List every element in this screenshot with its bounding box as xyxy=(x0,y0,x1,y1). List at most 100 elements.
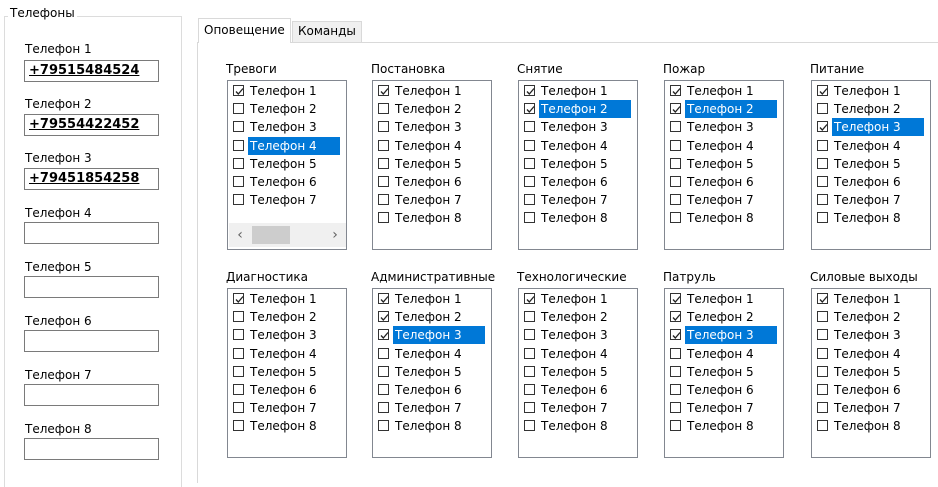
checklist-item[interactable]: Телефон 5 xyxy=(230,155,340,173)
checkbox[interactable] xyxy=(233,311,244,323)
checklist-item[interactable]: Телефон 3 xyxy=(667,118,777,136)
checkbox[interactable] xyxy=(233,157,244,169)
checkbox[interactable] xyxy=(670,212,681,224)
checkbox[interactable] xyxy=(524,103,535,115)
checkbox[interactable] xyxy=(670,103,681,115)
checkbox[interactable] xyxy=(378,194,389,206)
checkbox[interactable] xyxy=(817,293,828,304)
phone-field-7[interactable] xyxy=(24,384,159,406)
checkbox[interactable] xyxy=(378,139,389,151)
checklist-item[interactable]: Телефон 2 xyxy=(230,100,340,118)
checkbox[interactable] xyxy=(817,402,828,414)
checkbox[interactable] xyxy=(670,176,681,187)
checklist-item[interactable]: Телефон 3 xyxy=(230,118,340,136)
phone-field-6[interactable] xyxy=(24,330,159,352)
phone-field-3[interactable]: +79451854258 xyxy=(24,168,159,190)
checklist-item[interactable]: Телефон 2 xyxy=(230,308,340,326)
scroll-left-icon[interactable]: ‹ xyxy=(229,223,251,247)
checkbox[interactable] xyxy=(524,293,535,304)
checkbox[interactable] xyxy=(670,293,681,304)
checkbox[interactable] xyxy=(233,347,244,359)
checklist-item[interactable]: Телефон 2 xyxy=(375,308,485,326)
checkbox[interactable] xyxy=(233,85,244,96)
checkbox[interactable] xyxy=(233,293,244,304)
checklist-item[interactable]: Телефон 4 xyxy=(814,345,924,363)
checklist-item[interactable]: Телефон 8 xyxy=(521,417,631,435)
checkbox[interactable] xyxy=(233,384,244,395)
checkbox[interactable] xyxy=(378,347,389,359)
checklist-item[interactable]: Телефон 8 xyxy=(814,417,924,435)
checklist-item[interactable]: Телефон 6 xyxy=(814,381,924,399)
checkbox[interactable] xyxy=(378,311,389,323)
checklist-item[interactable]: Телефон 3 xyxy=(375,326,485,345)
scroll-right-icon[interactable]: › xyxy=(324,223,346,247)
checklist-item[interactable]: Телефон 2 xyxy=(814,100,924,118)
checkbox[interactable] xyxy=(670,347,681,359)
checklist-item[interactable]: Телефон 2 xyxy=(667,308,777,326)
checkbox[interactable] xyxy=(524,194,535,206)
checklist-item[interactable]: Телефон 5 xyxy=(667,155,777,173)
checkbox[interactable] xyxy=(524,347,535,359)
phone-field-5[interactable] xyxy=(24,276,159,298)
checklist-item[interactable]: Телефон 8 xyxy=(667,209,777,227)
checkbox[interactable] xyxy=(670,365,681,377)
checklist-7[interactable]: Телефон 1 Телефон 2 Телефон 3 Телефон 4 Теле… xyxy=(372,288,492,458)
checkbox[interactable] xyxy=(378,212,389,224)
checklist-item[interactable]: Телефон 7 xyxy=(667,399,777,417)
checklist-item[interactable]: Телефон 7 xyxy=(521,399,631,417)
checklist-item[interactable]: Телефон 1 xyxy=(375,290,485,308)
checklist-item[interactable]: Телефон 8 xyxy=(814,209,924,227)
checkbox[interactable] xyxy=(524,420,535,432)
checkbox[interactable] xyxy=(817,85,828,96)
checklist-item[interactable]: Телефон 7 xyxy=(230,399,340,417)
checklist-9[interactable]: Телефон 1 Телефон 2 Телефон 3 Телефон 4 Теле… xyxy=(664,288,784,458)
checklist-item[interactable]: Телефон 3 xyxy=(230,326,340,344)
checkbox[interactable] xyxy=(378,176,389,187)
checklist-item[interactable]: Телефон 6 xyxy=(230,173,340,191)
checkbox[interactable] xyxy=(233,176,244,187)
checklist-item[interactable]: Телефон 3 xyxy=(814,326,924,344)
horizontal-scrollbar[interactable]: ‹ › xyxy=(229,223,346,247)
checklist-item[interactable]: Телефон 5 xyxy=(521,155,631,173)
checkbox[interactable] xyxy=(233,402,244,414)
checkbox[interactable] xyxy=(378,293,389,304)
checkbox[interactable] xyxy=(670,402,681,414)
checkbox[interactable] xyxy=(378,365,389,377)
checklist-item[interactable]: Телефон 1 xyxy=(230,82,340,100)
checkbox[interactable] xyxy=(817,365,828,377)
checklist-item[interactable]: Телефон 6 xyxy=(521,381,631,399)
checkbox[interactable] xyxy=(378,103,389,115)
checklist-item[interactable]: Телефон 7 xyxy=(521,191,631,209)
checklist-item[interactable]: Телефон 6 xyxy=(375,173,485,191)
checklist-4[interactable]: Телефон 1 Телефон 2 Телефон 3 Телефон 4 Теле… xyxy=(664,80,784,250)
checkbox[interactable] xyxy=(524,85,535,96)
checklist-item[interactable]: Телефон 6 xyxy=(521,173,631,191)
checklist-item[interactable]: Телефон 1 xyxy=(375,82,485,100)
scrollbar-thumb[interactable] xyxy=(252,226,290,244)
checkbox[interactable] xyxy=(817,347,828,359)
checklist-item[interactable]: Телефон 5 xyxy=(375,155,485,173)
checkbox[interactable] xyxy=(233,194,244,206)
checklist-item[interactable]: Телефон 3 xyxy=(521,326,631,344)
checkbox[interactable] xyxy=(817,311,828,323)
checklist-item[interactable]: Телефон 4 xyxy=(667,345,777,363)
checkbox[interactable] xyxy=(670,420,681,432)
checkbox[interactable] xyxy=(817,157,828,169)
checkbox[interactable] xyxy=(817,139,828,151)
checklist-item[interactable]: Телефон 3 xyxy=(375,118,485,136)
checklist-item[interactable]: Телефон 1 xyxy=(521,82,631,100)
checkbox[interactable] xyxy=(378,85,389,96)
checkbox[interactable] xyxy=(378,121,389,133)
checklist-item[interactable]: Телефон 2 xyxy=(375,100,485,118)
checklist-item[interactable]: Телефон 1 xyxy=(814,290,924,308)
checklist-item[interactable]: Телефон 2 xyxy=(521,100,631,119)
checklist-item[interactable]: Телефон 4 xyxy=(230,345,340,363)
phone-field-1[interactable]: +79515484524 xyxy=(24,60,159,82)
checkbox[interactable] xyxy=(524,329,535,341)
checkbox[interactable] xyxy=(670,194,681,206)
checklist-item[interactable]: Телефон 8 xyxy=(521,209,631,227)
checkbox[interactable] xyxy=(233,103,244,115)
checklist-item[interactable]: Телефон 4 xyxy=(814,137,924,155)
checkbox[interactable] xyxy=(233,121,244,133)
checkbox[interactable] xyxy=(670,121,681,133)
